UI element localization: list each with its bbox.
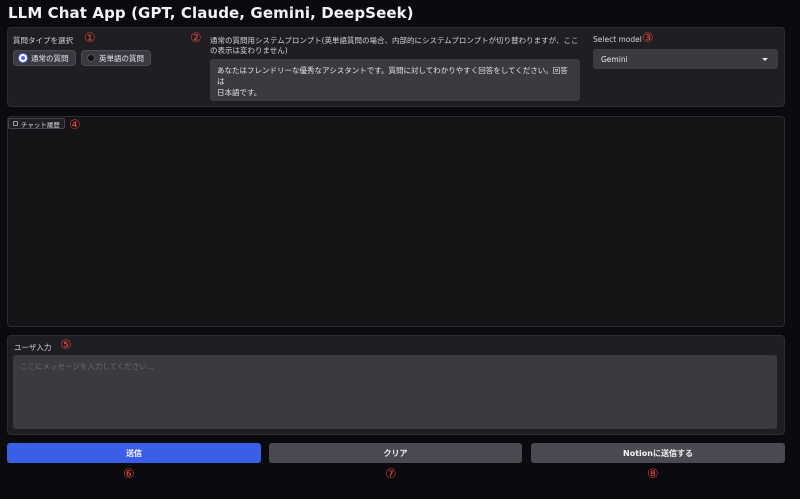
system-prompt-textarea[interactable]: あなたはフレンドリーな優秀なアシスタントです。質問に対してわかりやすく回答をして… [210,59,580,101]
radio-unselected-icon [87,54,95,62]
marker-4: ④ [69,118,81,133]
system-prompt-value-line1: あなたはフレンドリーな優秀なアシスタントです。質問に対してわかりやすく回答をして… [217,66,568,86]
send-button[interactable]: 送信 [7,443,261,463]
notion-send-button-label: Notionに送信する [623,448,693,458]
chat-history-panel [7,116,785,327]
model-select[interactable]: Gemini [593,49,778,69]
app-title: LLM Chat App (GPT, Claude, Gemini, DeepS… [8,4,414,22]
marker-1: ① [84,31,96,46]
system-prompt-label-line2: の表示は変わりません) [210,46,288,55]
marker-6: ⑥ [123,467,135,482]
marker-3: ③ [642,31,654,46]
chat-history-label: チャット履歴 [21,120,60,129]
radio-english-word-question[interactable]: 英単語の質問 [81,50,151,66]
user-input-placeholder: ここにメッセージを入力してください... [20,362,155,371]
clear-button[interactable]: クリア [269,443,522,463]
marker-8: ⑧ [647,467,659,482]
radio-normal-label: 通常の質問 [31,53,69,63]
model-label: Select model [593,35,642,44]
radio-selected-icon [19,54,27,62]
send-button-label: 送信 [126,448,142,458]
clear-button-label: クリア [383,448,408,458]
model-selected-value: Gemini [601,55,628,64]
radio-normal-question[interactable]: 通常の質問 [13,50,76,66]
question-type-label: 質問タイプを選択 [13,36,73,45]
system-prompt-value-line2: 日本語です。 [217,88,262,97]
notion-send-button[interactable]: Notionに送信する [531,443,785,463]
user-input-label: ユーザ入力 [14,343,52,352]
user-input-textarea[interactable]: ここにメッセージを入力してください... [13,355,777,429]
marker-2: ② [190,31,202,46]
chat-history-tag: チャット履歴 [8,118,65,129]
chat-icon [13,121,18,126]
chevron-down-icon [762,58,768,61]
marker-5: ⑤ [60,338,72,353]
marker-7: ⑦ [385,467,397,482]
radio-english-label: 英単語の質問 [99,53,144,63]
